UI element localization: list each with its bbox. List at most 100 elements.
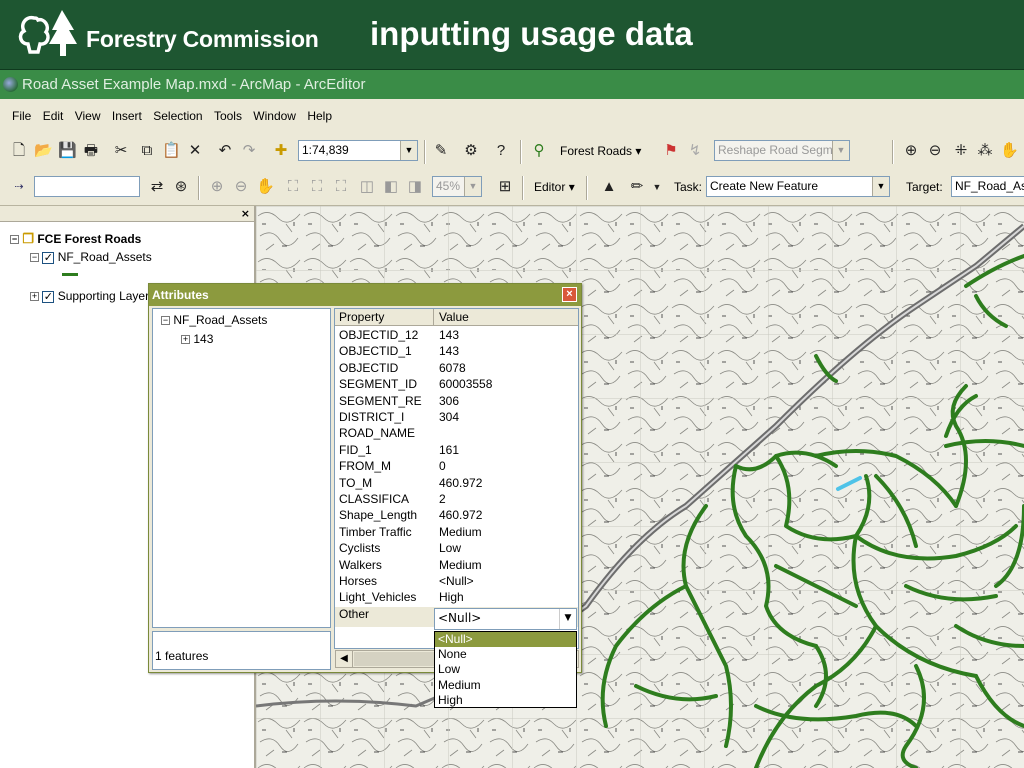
reshape-task-combo[interactable]: Reshape Road Segmen ▼	[714, 140, 850, 161]
paste-icon[interactable]: 📋	[162, 142, 181, 160]
layout-zoom-combo[interactable]: 45% ▼	[432, 176, 482, 197]
scrollbar-thumb[interactable]	[354, 652, 434, 666]
value-cell[interactable]: 306	[439, 394, 459, 408]
menu-insert[interactable]: Insert	[108, 99, 146, 123]
expand-icon[interactable]: +	[181, 335, 190, 345]
menu-help[interactable]: Help	[303, 99, 336, 123]
value-cell[interactable]: 161	[439, 443, 459, 457]
collapse-icon[interactable]: −	[10, 235, 19, 245]
layout-zoom-out-icon[interactable]: ⊖	[232, 178, 250, 196]
expand-icon[interactable]: +	[30, 292, 39, 302]
value-cell[interactable]: Low	[439, 541, 461, 555]
redo-icon[interactable]: ↷	[240, 142, 258, 160]
column-header-property[interactable]: Property	[339, 310, 384, 324]
value-cell[interactable]: 304	[439, 410, 459, 424]
collapse-icon[interactable]: −	[30, 253, 39, 263]
column-divider[interactable]	[433, 309, 434, 325]
sketch-pencil-icon[interactable]: ✏	[628, 178, 646, 196]
table-row[interactable]: SEGMENT_ID 60003558	[335, 377, 578, 393]
table-row[interactable]: Cyclists Low	[335, 541, 578, 557]
close-icon[interactable]: ×	[241, 207, 250, 220]
print-icon[interactable]: 🖶	[82, 142, 100, 160]
copy-icon[interactable]: ⧉	[138, 142, 156, 160]
table-row[interactable]: SEGMENT_RE 306	[335, 394, 578, 410]
forward-extent-icon[interactable]: ◨	[406, 178, 424, 196]
chevron-down-icon[interactable]: ▼	[872, 177, 889, 196]
toc-layer-row[interactable]: − ✓ NF_Road_Assets	[30, 250, 152, 264]
delete-icon[interactable]: ✕	[186, 142, 204, 160]
dropdown-option[interactable]: Medium	[435, 678, 576, 693]
zoom-out-icon[interactable]: ⊖	[926, 142, 944, 160]
editor-toolbar-icon[interactable]: ✎	[432, 142, 450, 160]
menu-tools[interactable]: Tools	[210, 99, 246, 123]
new-document-icon[interactable]: 🗋	[10, 142, 28, 160]
fixed-zoom-in-icon[interactable]: ⁜	[952, 142, 970, 160]
layer-dropdown[interactable]: Forest Roads ▾	[560, 144, 641, 158]
tree-feature-node[interactable]: + 143	[181, 332, 213, 346]
value-cell[interactable]: 6078	[439, 361, 466, 375]
value-cell[interactable]: 143	[439, 328, 459, 342]
other-value-combo[interactable]: <Null> ▼	[434, 608, 577, 630]
fixed-zoom-layout-icon[interactable]: ⛶	[332, 178, 350, 196]
layout-pan-icon[interactable]: ✋	[256, 178, 275, 196]
table-row[interactable]: ROAD_NAME	[335, 426, 578, 442]
table-row[interactable]: OBJECTID_1 143	[335, 344, 578, 360]
menu-window[interactable]: Window	[249, 99, 300, 123]
back-extent-icon[interactable]: ◧	[382, 178, 400, 196]
edit-arrow-icon[interactable]: ▲	[600, 178, 618, 196]
collapse-icon[interactable]: −	[161, 316, 170, 326]
dropdown-option[interactable]: Low	[435, 662, 576, 677]
tree-root-node[interactable]: − NF_Road_Assets	[161, 313, 267, 327]
target-combo[interactable]: NF_Road_Asse	[951, 176, 1024, 197]
table-row[interactable]: DISTRICT_I 304	[335, 410, 578, 426]
identify-route-icon[interactable]: ⊛	[172, 178, 190, 196]
arctoolbox-icon[interactable]: ⚙	[462, 142, 480, 160]
barrier-icon[interactable]: ↯	[686, 142, 704, 160]
dropdown-option[interactable]: <Null>	[435, 632, 576, 648]
open-folder-icon[interactable]: 📂	[34, 142, 53, 160]
table-row[interactable]: OBJECTID 6078	[335, 361, 578, 377]
zoom-100-icon[interactable]: ⛶	[308, 178, 326, 196]
route-icon[interactable]: ⇄	[148, 178, 166, 196]
value-cell[interactable]: 60003558	[439, 377, 492, 391]
chevron-down-icon[interactable]: ▼	[559, 609, 576, 629]
layout-zoom-in-icon[interactable]: ⊕	[208, 178, 226, 196]
toc-group-row[interactable]: − ❐ FCE Forest Roads	[10, 231, 141, 247]
dialog-titlebar[interactable]: Attributes ×	[149, 284, 581, 306]
map-scale-combo[interactable]: 1:74,839 ▼	[298, 140, 418, 161]
table-row[interactable]: CLASSIFICA 2	[335, 492, 578, 508]
whats-this-icon[interactable]: ?	[492, 142, 510, 160]
table-row[interactable]: TO_M 460.972	[335, 476, 578, 492]
table-row[interactable]: Walkers Medium	[335, 558, 578, 574]
value-cell[interactable]: 2	[439, 492, 446, 506]
zoom-whole-page-icon[interactable]: ⛶	[284, 178, 302, 196]
network-layer-icon[interactable]: ⚲	[530, 142, 548, 160]
table-row[interactable]: FROM_M 0	[335, 459, 578, 475]
menu-view[interactable]: View	[71, 99, 105, 123]
column-header-value[interactable]: Value	[439, 310, 469, 324]
layer-visibility-checkbox[interactable]: ✓	[42, 251, 55, 264]
layer-visibility-checkbox[interactable]: ✓	[42, 290, 55, 303]
dropdown-option[interactable]: None	[435, 647, 576, 662]
cut-icon[interactable]: ✂	[112, 142, 130, 160]
table-row[interactable]: OBJECTID_12 143	[335, 328, 578, 344]
table-row[interactable]: FID_1 161	[335, 443, 578, 459]
value-cell[interactable]: High	[439, 590, 464, 604]
value-cell[interactable]: 460.972	[439, 508, 482, 522]
value-cell[interactable]: 0	[439, 459, 446, 473]
menu-selection[interactable]: Selection	[149, 99, 206, 123]
chevron-down-icon[interactable]: ▼	[400, 141, 417, 160]
undo-icon[interactable]: ↶	[216, 142, 234, 160]
value-cell[interactable]: 143	[439, 344, 459, 358]
pan-hand-icon[interactable]: ✋	[1000, 142, 1019, 160]
add-data-icon[interactable]: ✚	[272, 142, 290, 160]
locate-icon[interactable]: ⇢	[10, 178, 28, 196]
chevron-down-icon[interactable]: ▼	[832, 141, 849, 160]
dropdown-option[interactable]: High	[435, 693, 576, 708]
save-icon[interactable]: 💾	[58, 142, 77, 160]
table-row[interactable]: Light_Vehicles High	[335, 590, 578, 606]
table-row[interactable]: Horses <Null>	[335, 574, 578, 590]
close-icon[interactable]: ×	[562, 287, 577, 302]
flag-icon[interactable]: ⚑	[662, 142, 680, 160]
zoom-out-layout-icon[interactable]: ◫	[358, 178, 376, 196]
